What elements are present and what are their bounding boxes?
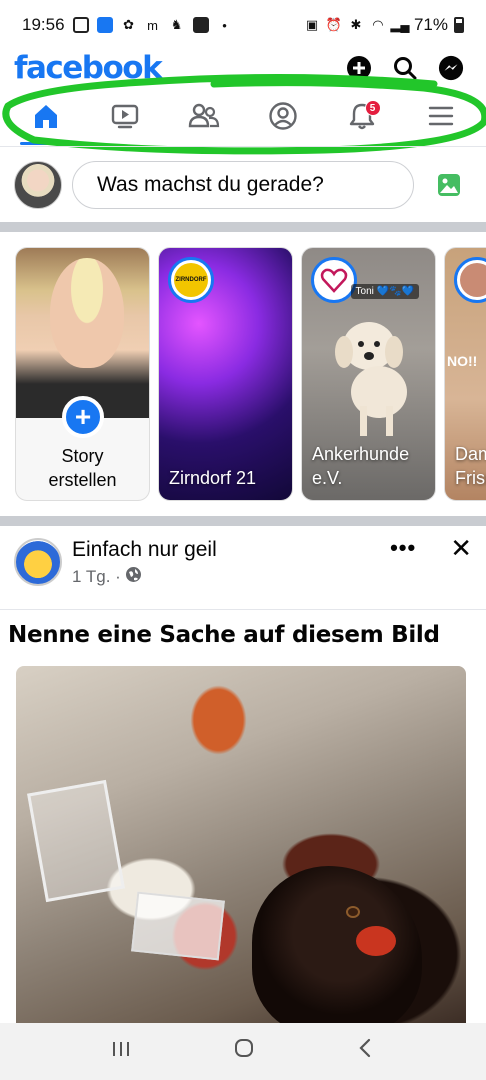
dog-image: [335, 322, 407, 436]
hen-wattle-shape: [356, 926, 396, 956]
main-nav-tabs: 5: [0, 92, 486, 145]
app-header: facebook: [0, 48, 486, 88]
story-avatar: [454, 257, 486, 303]
video-icon: [110, 101, 140, 136]
page-avatar[interactable]: [14, 538, 62, 586]
home-icon: [31, 101, 61, 136]
post-time-text: 1 Tg. ·: [72, 567, 121, 586]
post-time: 1 Tg. ·: [72, 566, 217, 588]
story-name-line1: Dam: [455, 444, 486, 464]
create-story-label: Story erstellen: [16, 444, 149, 492]
gallery-icon: [192, 17, 209, 33]
status-bar: 19:56 ✿ m ♞ • ▣ ⏰ ✱ ◠ ▂▄ 71%: [0, 0, 486, 50]
plus-icon[interactable]: [346, 55, 372, 81]
close-icon[interactable]: ✕: [450, 535, 472, 561]
gmail-icon: m: [147, 17, 158, 33]
home-button-icon[interactable]: [233, 1037, 255, 1066]
heart-logo-icon: [320, 268, 348, 293]
story-card-ankerhunde[interactable]: Toni 💙🐾💙 Ankerhunde e.V.: [301, 247, 436, 501]
post-image[interactable]: [16, 666, 466, 1026]
status-left: 19:56 ✿ m ♞ •: [22, 15, 233, 35]
story-name: Zirndorf 21: [169, 468, 257, 488]
search-icon[interactable]: [392, 55, 418, 81]
tab-menu[interactable]: [411, 95, 471, 141]
post-divider: [0, 609, 486, 610]
story-sticker: NO!!: [447, 353, 478, 369]
post-author[interactable]: Einfach nur geil: [72, 538, 217, 562]
more-notifications-icon: •: [222, 17, 227, 33]
menu-icon: [426, 101, 456, 136]
create-story-card[interactable]: + Story erstellen: [15, 247, 150, 501]
create-story-label-line2: erstellen: [48, 470, 117, 490]
post-actions: ••• ✕: [390, 535, 472, 561]
post-caption: Nenne eine Sache auf diesem Bild: [8, 622, 440, 648]
messenger-icon[interactable]: [438, 55, 464, 81]
facebook-app-icon: [96, 17, 113, 33]
story-card-partial[interactable]: NO!! Dam Frisu: [444, 247, 486, 501]
story-avatar-photo: [460, 263, 486, 297]
status-time: 19:56: [22, 15, 65, 34]
alarm-icon: ⏰: [325, 17, 343, 32]
profile-icon: [268, 101, 298, 136]
facebook-logo[interactable]: facebook: [14, 50, 163, 86]
instagram-icon: [72, 17, 89, 33]
jewelry-box-shape: [131, 891, 225, 961]
hen-shape: [252, 866, 422, 1026]
section-separator: [0, 516, 486, 526]
photo-frame-shape: [27, 779, 125, 903]
story-name-line2: Frisu: [455, 468, 486, 488]
friends-icon: [188, 101, 220, 136]
system-navigation-bar: [0, 1023, 486, 1080]
user-avatar[interactable]: [14, 161, 62, 209]
hen-eye-shape: [346, 906, 360, 918]
signal-icon: ▂▄: [390, 17, 410, 32]
post-meta: Einfach nur geil 1 Tg. ·: [72, 530, 217, 588]
bluetooth-icon: ✱: [350, 17, 362, 32]
battery-icon: [454, 17, 464, 33]
tab-friends[interactable]: [174, 95, 234, 141]
story-name: Dam Frisu: [455, 442, 486, 490]
post-header: Einfach nur geil 1 Tg. · ••• ✕: [0, 530, 486, 600]
nav-divider: [0, 146, 486, 147]
stories-row: + Story erstellen ZIRNDORF Zirndorf 21 T…: [15, 247, 486, 501]
story-name: Ankerhunde e.V.: [312, 442, 409, 490]
flower-icon: ✿: [123, 17, 134, 32]
recent-apps-icon[interactable]: [110, 1038, 132, 1066]
tab-profile[interactable]: [253, 95, 313, 141]
create-story-photo: [16, 248, 149, 418]
header-actions: [346, 55, 472, 81]
notification-count-badge: 5: [364, 100, 381, 116]
post-composer: Was machst du gerade?: [0, 156, 486, 214]
story-sticker: Toni 💙🐾💙: [350, 284, 419, 299]
back-icon[interactable]: [356, 1037, 376, 1066]
nfc-icon: ▣: [305, 17, 319, 32]
story-name-line1: Ankerhunde: [312, 444, 410, 464]
status-input[interactable]: Was machst du gerade?: [72, 161, 414, 209]
section-separator: [0, 222, 486, 232]
tab-notifications[interactable]: 5: [332, 95, 392, 141]
create-story-label-line1: Story: [61, 446, 104, 466]
story-avatar: ZIRNDORF: [168, 257, 214, 303]
app-notification-icon: ♞: [170, 17, 183, 32]
tab-watch[interactable]: [95, 95, 155, 141]
battery-percentage: 71%: [413, 15, 448, 34]
user-portrait: [50, 258, 124, 368]
tab-home[interactable]: [16, 95, 76, 145]
photo-icon[interactable]: [436, 172, 462, 198]
globe-icon: [125, 566, 142, 588]
add-story-plus-icon[interactable]: +: [62, 396, 104, 438]
zirndorf-logo: ZIRNDORF: [174, 263, 208, 297]
story-name-line2: e.V.: [312, 468, 343, 488]
status-right: ▣ ⏰ ✱ ◠ ▂▄ 71%: [304, 15, 464, 35]
more-options-icon[interactable]: •••: [390, 537, 416, 559]
story-card-zirndorf[interactable]: ZIRNDORF Zirndorf 21: [158, 247, 293, 501]
wifi-icon: ◠: [372, 17, 384, 32]
